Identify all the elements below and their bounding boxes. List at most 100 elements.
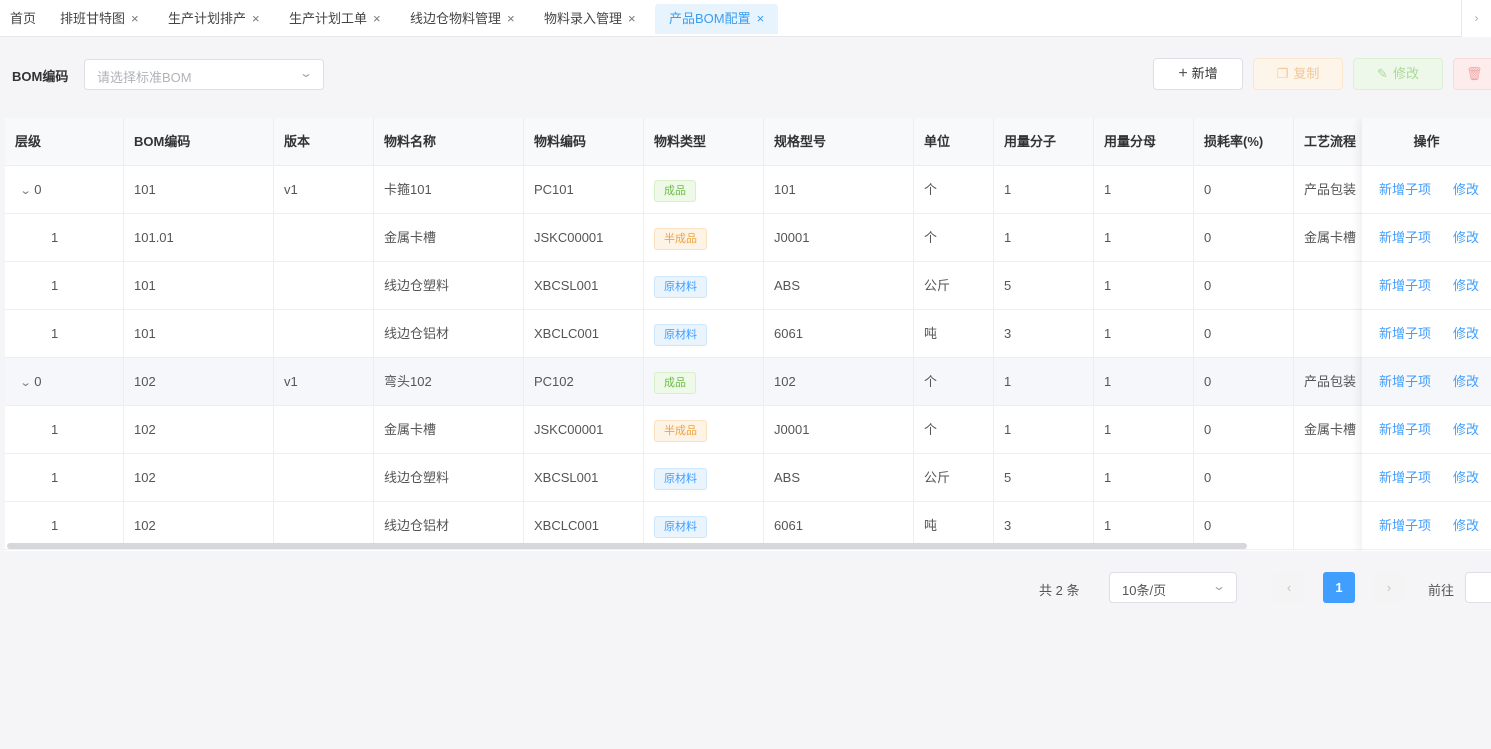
cell-value: 102 [134, 374, 156, 389]
table-row[interactable]: 1 101 线边仓铝材 XBCLC001 原材料 6061 吨 3 1 0 [5, 310, 1491, 358]
cell-type: 成品 [644, 358, 764, 405]
cell-unit: 公斤 [914, 262, 994, 309]
tab-0[interactable]: 首页 [10, 4, 36, 34]
cell-value: PC101 [534, 182, 574, 197]
cell-code: PC101 [524, 166, 644, 213]
chevron-down-icon[interactable]: ⌄ [20, 360, 32, 405]
cell-value: 1 [1104, 470, 1112, 485]
cell-value: 线边仓铝材 [384, 518, 450, 533]
add-child-link[interactable]: 新增子项 [1379, 214, 1431, 261]
chevron-down-icon[interactable]: ⌄ [20, 168, 32, 213]
horizontal-scrollbar[interactable] [7, 543, 1247, 549]
edit-row-link[interactable]: 修改 [1453, 454, 1479, 501]
level-value: 0 [34, 374, 42, 389]
ops-header: 操作 [1362, 118, 1491, 166]
level-value: 1 [51, 326, 59, 341]
cell-value: 0 [1204, 326, 1212, 341]
cell-bom: 102 [124, 502, 274, 549]
add-child-link[interactable]: 新增子项 [1379, 310, 1431, 357]
cell-value: 产品包装 [1304, 182, 1357, 197]
cell-num: 1 [994, 166, 1094, 213]
cell-value: XBCSL001 [534, 470, 599, 485]
tab-1[interactable]: 排班甘特图 × [60, 4, 139, 34]
add-child-link[interactable]: 新增子项 [1379, 358, 1431, 405]
cell-level: 1 [5, 214, 124, 261]
tab-3[interactable]: 生产计划工单 × [289, 4, 381, 34]
add-child-link[interactable]: 新增子项 [1379, 502, 1431, 549]
cell-unit: 公斤 [914, 454, 994, 501]
material-type-badge: 成品 [654, 371, 696, 394]
prev-page-button[interactable]: ‹ [1273, 572, 1305, 603]
table-row[interactable]: 1 102 金属卡槽 JSKC00001 半成品 J0001 个 1 1 0 金属卡槽 [5, 406, 1491, 454]
cell-name: 线边仓塑料 [374, 454, 524, 501]
cell-spec: 101 [764, 166, 914, 213]
tab-label: 生产计划排产 [168, 11, 247, 26]
cell-type: 半成品 [644, 214, 764, 261]
goto-page-input[interactable] [1465, 572, 1491, 603]
edit-row-link[interactable]: 修改 [1453, 166, 1479, 213]
edit-row-link[interactable]: 修改 [1453, 310, 1479, 357]
copy-button[interactable]: ❐ 复制 [1253, 58, 1343, 90]
cell-value: JSKC00001 [534, 230, 604, 245]
table-row[interactable]: 1 101 线边仓塑料 XBCSL001 原材料 ABS 公斤 5 1 0 [5, 262, 1491, 310]
cell-value: 个 [924, 374, 938, 389]
cell-loss: 0 [1194, 166, 1294, 213]
edit-row-link[interactable]: 修改 [1453, 358, 1479, 405]
cell-value: 1 [1104, 374, 1112, 389]
material-type-badge: 原材料 [654, 515, 707, 538]
cell-value: 0 [1204, 182, 1212, 197]
edit-row-link[interactable]: 修改 [1453, 406, 1479, 453]
cell-value: 102 [134, 470, 156, 485]
edit-row-link[interactable]: 修改 [1453, 214, 1479, 261]
add-child-link[interactable]: 新增子项 [1379, 454, 1431, 501]
delete-button[interactable]: 🗑 [1453, 58, 1491, 90]
tab-6[interactable]: 产品BOM配置 × [655, 4, 779, 34]
edit-row-link[interactable]: 修改 [1453, 502, 1479, 549]
next-page-button[interactable]: › [1373, 572, 1405, 603]
table-row[interactable]: 1 102 线边仓塑料 XBCSL001 原材料 ABS 公斤 5 1 0 [5, 454, 1491, 502]
cell-type: 半成品 [644, 406, 764, 453]
tab-label: 首页 [10, 11, 37, 26]
plus-icon: + [1178, 65, 1188, 82]
add-child-link[interactable]: 新增子项 [1379, 166, 1431, 213]
cell-level: ⌄ 0 [5, 166, 124, 213]
edit-button[interactable]: ✎ 修改 [1353, 58, 1443, 90]
close-icon[interactable]: × [252, 4, 260, 34]
page-size-select[interactable]: 10条/页 ⌄ [1109, 572, 1237, 603]
page-number-current[interactable]: 1 [1323, 572, 1355, 603]
table-row[interactable]: ⌄ 0 102 v1 弯头102 PC102 成品 102 个 1 1 0 产品包装 [5, 358, 1491, 406]
cell-value: 101 [134, 278, 156, 293]
add-child-link[interactable]: 新增子项 [1379, 406, 1431, 453]
cell-version [274, 262, 374, 309]
add-button[interactable]: + 新增 [1153, 58, 1243, 90]
table-row[interactable]: 1 101.01 金属卡槽 JSKC00001 半成品 J0001 个 1 1 0 金属卡槽 [5, 214, 1491, 262]
level-value: 1 [51, 518, 59, 533]
tab-5[interactable]: 物料录入管理 × [544, 4, 636, 34]
tabs-scroll-right-icon[interactable]: › [1461, 0, 1491, 37]
edit-row-link[interactable]: 修改 [1453, 262, 1479, 309]
tab-4[interactable]: 线边仓物料管理 × [410, 4, 515, 34]
cell-den: 1 [1094, 214, 1194, 261]
cell-num: 1 [994, 406, 1094, 453]
cell-value: ABS [774, 278, 801, 293]
cell-value: 5 [1004, 470, 1012, 485]
cell-name: 线边仓铝材 [374, 310, 524, 357]
bom-code-select[interactable]: 请选择标准BOM ⌄ [84, 59, 324, 90]
column-header-num: 用量分子 [994, 118, 1094, 165]
row-actions: 新增子项 修改 [1362, 166, 1491, 214]
column-header-version: 版本 [274, 118, 374, 165]
cell-bom: 102 [124, 406, 274, 453]
table-row[interactable]: ⌄ 0 101 v1 卡箍101 PC101 成品 101 个 1 1 0 产品包装 [5, 166, 1491, 214]
close-icon[interactable]: × [507, 4, 515, 34]
column-header-unit: 单位 [914, 118, 994, 165]
tab-2[interactable]: 生产计划排产 × [168, 4, 260, 34]
cell-num: 1 [994, 214, 1094, 261]
close-icon[interactable]: × [628, 4, 636, 34]
cell-value: 公斤 [924, 278, 951, 293]
row-actions: 新增子项 修改 [1362, 358, 1491, 406]
close-icon[interactable]: × [131, 4, 139, 34]
cell-name: 卡箍101 [374, 166, 524, 213]
close-icon[interactable]: × [373, 4, 381, 34]
add-child-link[interactable]: 新增子项 [1379, 262, 1431, 309]
close-icon[interactable]: × [757, 4, 765, 34]
